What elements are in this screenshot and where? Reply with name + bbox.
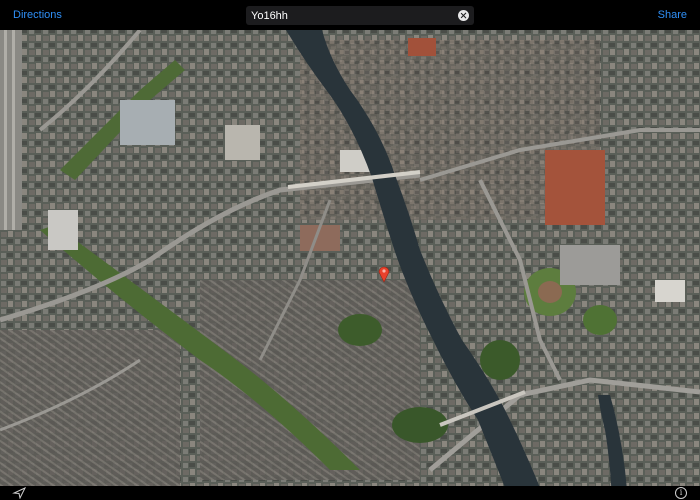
search-input[interactable] xyxy=(251,6,451,25)
top-toolbar: Directions Share xyxy=(0,0,700,30)
red-roof-building xyxy=(545,150,605,225)
red-roof-building xyxy=(408,38,436,56)
satellite-map[interactable] xyxy=(0,0,700,500)
roundabout-centre xyxy=(538,281,562,303)
info-icon[interactable]: i xyxy=(675,487,687,499)
clear-icon[interactable] xyxy=(458,10,469,21)
bottom-toolbar: i xyxy=(0,486,700,500)
railway-track xyxy=(12,30,15,230)
share-button[interactable]: Share xyxy=(658,9,687,21)
terraced-houses xyxy=(0,330,180,500)
roundabout-green xyxy=(583,305,617,335)
large-roof-building xyxy=(225,125,260,160)
railway-track xyxy=(4,30,7,230)
location-arrow-icon[interactable] xyxy=(12,487,26,499)
tree-cluster xyxy=(392,407,448,443)
tree-cluster xyxy=(338,314,382,346)
car-park xyxy=(560,245,620,285)
large-roof-building xyxy=(48,210,78,250)
large-roof-building xyxy=(120,100,175,145)
directions-button[interactable]: Directions xyxy=(13,9,62,21)
tree-cluster xyxy=(480,340,520,380)
railway-station xyxy=(0,30,22,230)
search-bar[interactable] xyxy=(246,6,474,25)
large-roof-building xyxy=(655,280,685,302)
